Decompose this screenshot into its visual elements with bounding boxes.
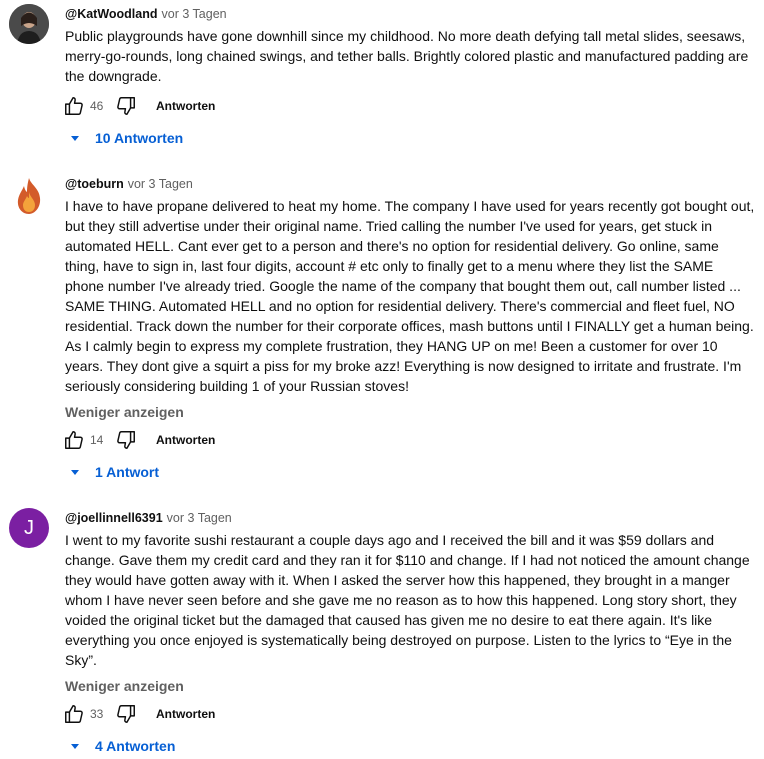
author-handle[interactable]: @KatWoodland — [65, 7, 158, 21]
thumbs-up-icon[interactable] — [62, 94, 86, 118]
comment-header: @toeburn vor 3 Tagen — [65, 176, 756, 192]
view-replies-button[interactable]: 10 Antworten — [68, 128, 183, 148]
replies-label: 10 Antworten — [95, 130, 184, 146]
author-handle[interactable]: @toeburn — [65, 177, 124, 191]
reply-button[interactable]: Antworten — [156, 99, 215, 113]
view-replies-button[interactable]: 4 Antworten — [68, 736, 175, 756]
author-handle[interactable]: @joellinnell6391 — [65, 511, 163, 525]
avatar-letter: J — [24, 516, 34, 539]
comment-header: @KatWoodland vor 3 Tagen — [65, 6, 756, 22]
thumbs-down-icon[interactable] — [114, 94, 138, 118]
thumbs-up-icon[interactable] — [62, 702, 86, 726]
replies-label: 1 Antwort — [95, 464, 160, 480]
show-less-button[interactable]: Weniger anzeigen — [65, 402, 756, 422]
avatar[interactable] — [9, 4, 49, 44]
reply-button[interactable]: Antworten — [156, 433, 215, 447]
thumbs-up-icon[interactable] — [62, 428, 86, 452]
comment-time[interactable]: vor 3 Tagen — [167, 511, 232, 525]
comment-time[interactable]: vor 3 Tagen — [162, 7, 227, 21]
like-count: 33 — [90, 707, 104, 721]
thumbs-down-icon[interactable] — [114, 428, 138, 452]
avatar[interactable]: J — [9, 508, 49, 548]
chevron-down-icon — [68, 465, 82, 479]
show-less-button[interactable]: Weniger anzeigen — [65, 676, 756, 696]
comment-time[interactable]: vor 3 Tagen — [128, 177, 193, 191]
avatar[interactable] — [9, 176, 49, 216]
comment-text: Public playgrounds have gone downhill si… — [65, 28, 749, 84]
view-replies-button[interactable]: 1 Antwort — [68, 462, 159, 482]
chevron-down-icon — [68, 739, 82, 753]
reply-button[interactable]: Antworten — [156, 707, 215, 721]
thumbs-down-icon[interactable] — [114, 702, 138, 726]
replies-label: 4 Antworten — [95, 738, 176, 754]
comment-text: I went to my favorite sushi restaurant a… — [65, 532, 750, 668]
like-count: 46 — [90, 99, 104, 113]
comment-header: @joellinnell6391 vor 3 Tagen — [65, 510, 756, 526]
comment-actions: 33 Antworten — [62, 702, 215, 726]
like-count: 14 — [90, 433, 104, 447]
comment-actions: 46 Antworten — [62, 94, 215, 118]
comment-actions: 14 Antworten — [62, 428, 215, 452]
comment-text: I have to have propane delivered to heat… — [65, 198, 755, 394]
chevron-down-icon — [68, 131, 82, 145]
